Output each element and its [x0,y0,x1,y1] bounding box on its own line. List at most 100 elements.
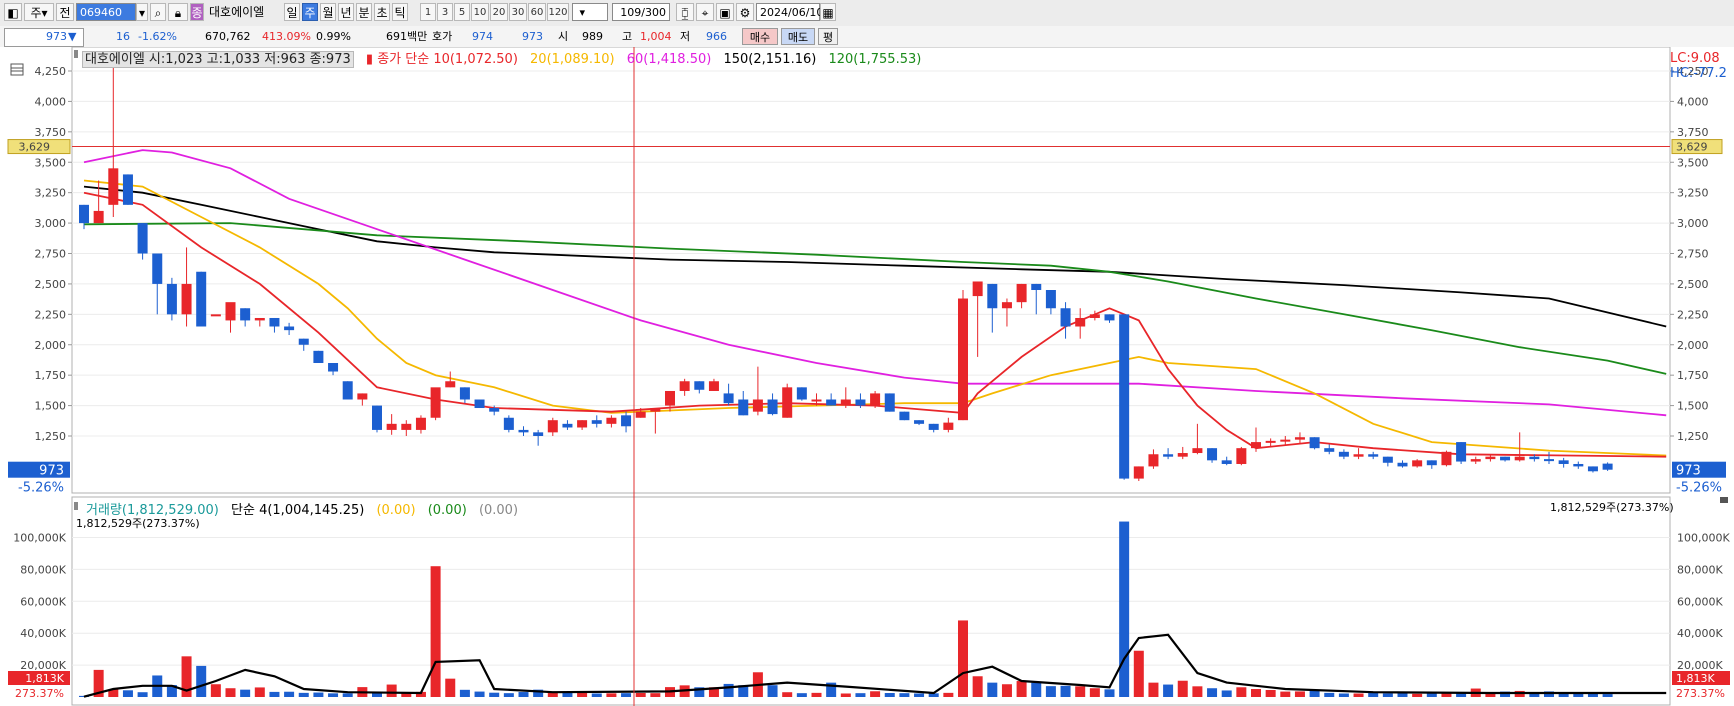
open-value: 989 [582,30,603,43]
candle-body [1426,460,1437,466]
cross-icon[interactable]: ⌖ [696,3,714,21]
volume-panel-collapse-icon[interactable] [74,502,78,510]
period-tab-4[interactable]: 분 [356,3,372,21]
lc-value: LC:9.08 [1670,51,1720,66]
volume-bar [1353,693,1364,697]
volume-bar [313,692,324,697]
volume-bar [284,691,295,697]
left-price-tick: 2,000 [35,339,67,352]
minute-tab-60[interactable]: 60 [528,3,546,21]
candle-body [518,429,529,433]
candle-body [210,314,221,317]
volume-bar [1294,691,1305,697]
ma20-label: 20(1,089.10) [530,52,615,67]
date-field[interactable]: 2024/06/10 [756,3,823,21]
volume-bar [1236,687,1247,697]
price-panel[interactable] [71,47,1671,494]
bid-label: 호가 [432,30,453,43]
candle-body [1133,466,1144,479]
minute-tab-1[interactable]: 1 [420,3,436,21]
save-icon[interactable]: ▣ [716,3,734,21]
volume-bar [577,693,588,697]
count-field[interactable]: 109/300 [612,3,670,21]
right-volume-current: 1,813K [1676,672,1715,685]
down-arrow-icon: ▼ [68,30,77,43]
candle-body [1529,456,1540,460]
left-current-price: 973 [39,464,64,479]
volume-bar [943,692,954,697]
volume-bar [1060,685,1071,697]
candle-body [767,399,778,415]
calendar-icon[interactable]: ▦ [820,3,836,21]
candle-body [1412,460,1423,467]
minute-tab-120[interactable]: 120 [547,3,569,21]
minute-tab-10[interactable]: 10 [471,3,489,21]
lock-icon[interactable]: 🔒︎ [168,3,188,21]
volume-bar [767,685,778,697]
left-price-tick: 2,250 [35,308,67,321]
candle-body [342,381,353,400]
candle-body [665,390,675,406]
period-tab-5[interactable]: 초 [374,3,390,21]
ma120-label: 120(1,755.53) [828,52,922,67]
stock-chart[interactable]: 4,250 4,2504,000 4,0003,750 3,7503,500 3,500… [0,47,1734,706]
volume-bar [1397,693,1408,697]
period-tab-3[interactable]: 년 [338,3,354,21]
flat-button[interactable]: 평 [818,28,838,45]
minute-tab-30[interactable]: 30 [509,3,527,21]
volume-bar [328,693,339,697]
candle-body [298,338,309,345]
range-dropdown[interactable]: ▾ [572,3,608,21]
gear-icon[interactable]: ⚙ [736,3,754,21]
right-volume-tick: 80,000K [1677,563,1723,576]
candle-body [547,420,558,433]
volume-bar [1031,682,1042,697]
search-icon[interactable]: ⌕ [150,3,166,21]
candle-body [1397,462,1408,467]
left-price-tick: 3,750 [35,126,67,139]
left-volume-pct: 273.37% [15,687,64,700]
volume-panel-menu-icon[interactable] [1720,497,1728,503]
low-label: 저 [680,30,691,43]
layout-icon[interactable]: ◧ [4,3,22,21]
volume-zero-1: (0.00) [376,503,416,518]
candle-body [328,363,339,372]
price-legend: 대호에이엘 시:1,023 고:1,033 저:963 종:973 ▮ 종가 단… [82,48,922,68]
right-price-tick: 2,500 [1677,278,1709,291]
buy-button[interactable]: 매수 [742,28,778,45]
left-price-tick: 3,500 [35,156,67,169]
candle-body [93,210,104,224]
candle-body [1573,463,1584,467]
period-tab-2[interactable]: 월 [320,3,336,21]
candle-body [1294,437,1305,440]
price-legend-title[interactable]: 대호에이엘 시:1,023 고:1,033 저:963 종:973 [82,51,354,68]
code-dropdown-icon[interactable]: ▾ [136,3,148,21]
left-price-tick: 1,250 [35,430,67,443]
minute-tab-20[interactable]: 20 [490,3,508,21]
volume-bar [1207,688,1218,697]
right-price-tick: 4,000 [1677,95,1709,108]
volume-bar [1324,692,1335,697]
candle-type-icon[interactable]: ⧮ [676,3,694,21]
period-tab-0[interactable]: 일 [284,3,300,21]
tab-selector[interactable]: 주▾ [24,3,54,21]
sell-button[interactable]: 매도 [781,28,815,45]
candle-body [723,393,734,404]
left-price-tick: 4,000 [35,95,67,108]
stock-code-input[interactable]: 069460 [76,3,136,21]
minute-tab-5[interactable]: 5 [454,3,470,21]
right-marker-price: 3,629 [1676,141,1708,154]
volume-bar [884,693,895,697]
left-volume-current: 1,813K [25,672,64,685]
right-price-tick: 3,750 [1677,126,1709,139]
period-tab-6[interactable]: 틱 [392,3,408,21]
right-price-tick: 1,500 [1677,400,1709,413]
volume-bar [987,682,998,697]
left-current-pct: -5.26% [18,481,64,496]
prefix-button[interactable]: 전 [56,3,74,21]
volume-ma-label: 단순 4(1,004,145.25) [231,503,365,518]
period-tab-1[interactable]: 주 [302,3,318,21]
minute-tab-3[interactable]: 3 [437,3,453,21]
price-panel-collapse-icon[interactable] [74,50,78,58]
candle-body [562,423,573,428]
